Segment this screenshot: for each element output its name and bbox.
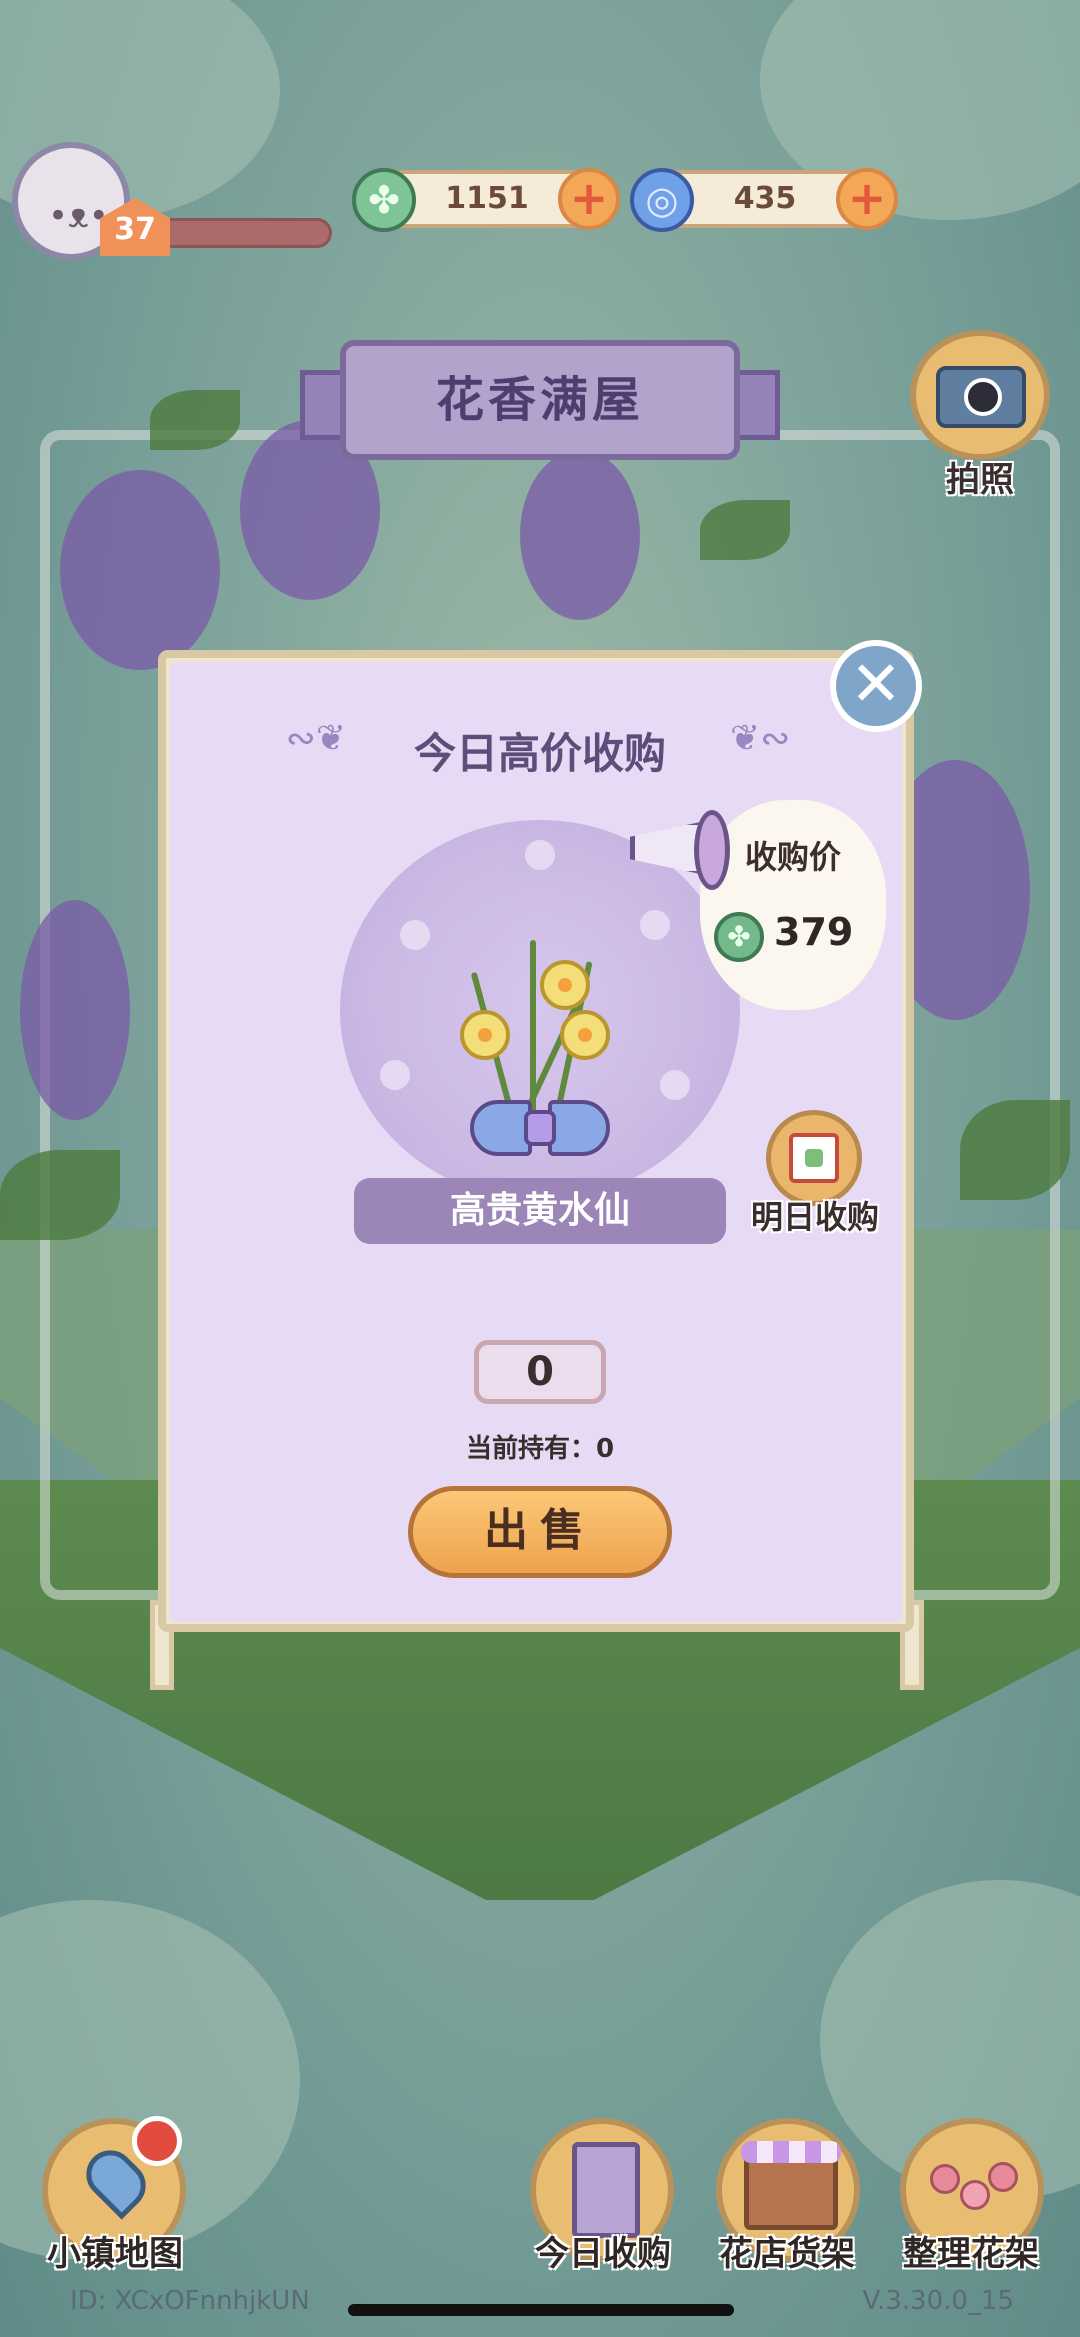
clover-coin-icon: ✤	[714, 912, 764, 962]
sell-quantity[interactable]: 0	[474, 1340, 606, 1404]
notification-dot	[132, 2116, 182, 2166]
ribbon-bow	[470, 1100, 610, 1160]
holding-count: 当前持有：0	[465, 1434, 615, 1464]
sell-button[interactable]: 出售	[408, 1486, 672, 1578]
today-purchase-label[interactable]: 今日收购	[508, 2226, 698, 2275]
shop-shelf-label[interactable]: 花店货架	[692, 2226, 882, 2275]
shop-sign-icon	[572, 2142, 640, 2238]
tomorrow-purchase-label[interactable]: 明日收购	[740, 1192, 890, 1238]
flower-pots-icon	[924, 2154, 1024, 2232]
player-id: ID: XCxOFnnhjkUN	[70, 2286, 310, 2316]
home-indicator[interactable]	[348, 2304, 734, 2316]
title-flourish-left: ∾❦	[285, 718, 346, 759]
arrange-shelf-label[interactable]: 整理花架	[876, 2226, 1066, 2275]
app-version: V.3.30.0_15	[862, 2286, 1014, 2316]
flower-name: 高贵黄水仙	[354, 1178, 726, 1244]
calendar-icon	[789, 1133, 839, 1183]
modal-title: 今日高价收购	[413, 729, 666, 778]
close-button[interactable]: ✕	[830, 640, 922, 732]
megaphone-icon	[620, 800, 730, 900]
town-map-label[interactable]: 小镇地图	[20, 2226, 210, 2275]
close-icon: ✕	[850, 647, 902, 720]
price-value: 379	[774, 910, 854, 954]
shop-stall-icon	[741, 2141, 841, 2230]
